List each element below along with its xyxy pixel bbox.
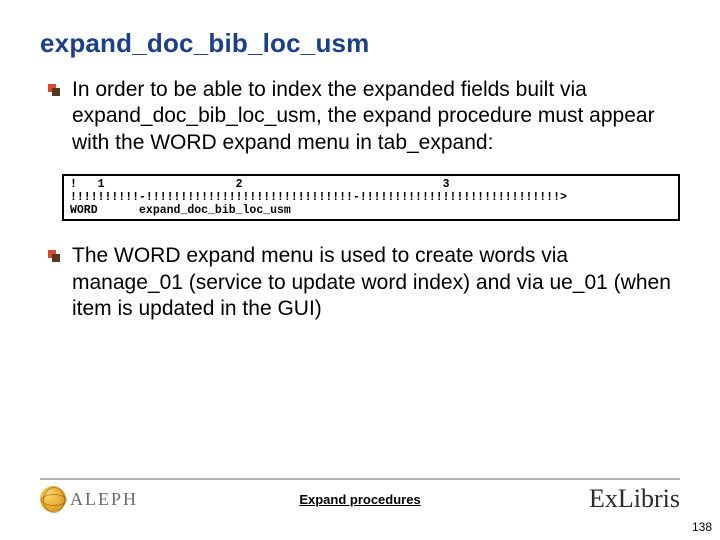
exlibris-logo: ExLibris (589, 486, 680, 512)
bullet-icon (48, 84, 60, 96)
exlibris-logo-text: ExLibris (589, 486, 680, 512)
bullet-text: The WORD expand menu is used to create w… (72, 244, 671, 320)
slide-title: expand_doc_bib_loc_usm (40, 28, 680, 59)
code-block: ! 1 2 3 !!!!!!!!!!-!!!!!!!!!!!!!!!!!!!!!… (62, 174, 680, 222)
bullet-text: In order to be able to index the expande… (72, 78, 655, 154)
code-line-2: !!!!!!!!!!-!!!!!!!!!!!!!!!!!!!!!!!!!!!!!… (70, 191, 567, 204)
bullet-item-1: In order to be able to index the expande… (72, 77, 680, 156)
code-line-3: WORD expand_doc_bib_loc_usm (70, 204, 291, 217)
slide-footer: ALEPH Expand procedures ExLibris (0, 478, 720, 512)
aleph-logo-text: ALEPH (70, 489, 138, 510)
bullet-item-2: The WORD expand menu is used to create w… (72, 243, 680, 322)
code-line-1: ! 1 2 3 (70, 178, 450, 191)
page-number: 138 (692, 520, 712, 534)
footer-divider (40, 478, 680, 480)
bullet-icon (48, 250, 60, 262)
aleph-logo: ALEPH (40, 486, 138, 512)
globe-icon (40, 486, 66, 512)
